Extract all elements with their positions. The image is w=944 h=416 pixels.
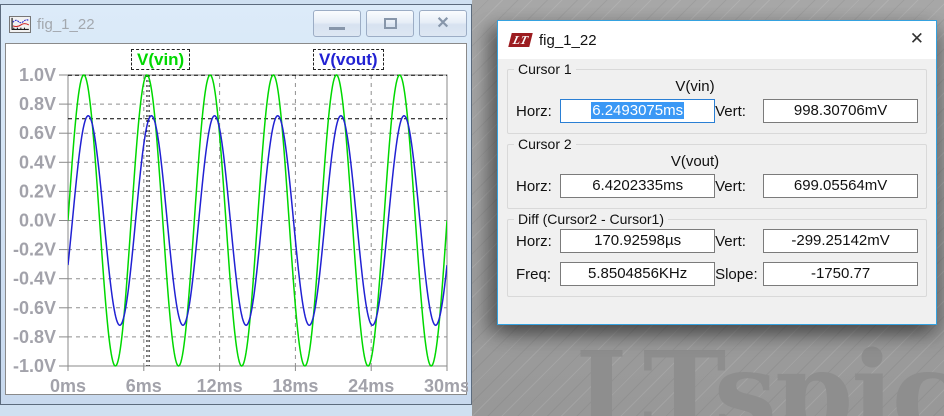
minimize-icon <box>329 26 345 30</box>
svg-text:0.6V: 0.6V <box>19 123 56 143</box>
svg-text:6ms: 6ms <box>126 376 162 394</box>
diff-row-1: Horz: 170.92598µs Vert: -299.25142mV <box>516 228 918 254</box>
svg-text:30ms: 30ms <box>424 376 468 394</box>
cursor2-trace-name: V(vout) <box>670 153 720 170</box>
svg-text:0.0V: 0.0V <box>19 211 56 231</box>
cursor1-vert-field[interactable]: 998.30706mV <box>763 99 918 123</box>
diff-row-2: Freq: 5.8504856KHz Slope: -1750.77 <box>516 261 918 287</box>
diff-vert-label: Vert: <box>715 232 746 250</box>
minimize-button[interactable] <box>313 10 361 37</box>
svg-text:24ms: 24ms <box>348 376 394 394</box>
window-controls: ✕ <box>313 10 467 37</box>
diff-freq-label: Freq: <box>516 265 552 283</box>
cursor1-vert-label: Vert: <box>715 102 746 120</box>
diff-group: Diff (Cursor2 - Cursor1) Horz: 170.92598… <box>507 211 927 297</box>
waveform-window-titlebar[interactable]: fig_1_22 ✕ <box>1 5 471 43</box>
axis-tick-labels: 1.0V 0.8V 0.6V 0.4V 0.2V 0.0V -0.2V -0.4V -0.6V -… <box>13 65 468 394</box>
cursor1-row: Horz: 6.2493075ms Vert: 998.30706mV <box>516 98 918 124</box>
close-button[interactable]: ✕ <box>419 10 467 37</box>
plot-area[interactable]: 1.0V 0.8V 0.6V 0.4V 0.2V 0.0V -0.2V -0.4V -0.6V -… <box>5 43 468 395</box>
waveform-window-title: fig_1_22 <box>37 15 95 33</box>
diff-horz-label: Horz: <box>516 232 552 250</box>
cursor-dialog-title: fig_1_22 <box>539 31 597 49</box>
svg-text:0.4V: 0.4V <box>19 152 56 172</box>
svg-text:12ms: 12ms <box>197 376 243 394</box>
diff-slope-label: Slope: <box>715 265 758 283</box>
dialog-close-icon[interactable]: ✕ <box>910 30 924 47</box>
diff-group-label: Diff (Cursor2 - Cursor1) <box>514 211 668 227</box>
cursor1-trace-name: V(vin) <box>675 78 715 95</box>
svg-text:-0.4V: -0.4V <box>13 269 56 289</box>
cursor2-vert-field[interactable]: 699.05564mV <box>763 174 918 198</box>
diff-freq-field[interactable]: 5.8504856KHz <box>560 262 716 286</box>
svg-text:18ms: 18ms <box>272 376 318 394</box>
cursor1-group: Cursor 1 V(vin) Horz: 6.2493075ms Vert: … <box>507 61 927 134</box>
svg-text:-0.6V: -0.6V <box>13 298 56 318</box>
svg-text:0.8V: 0.8V <box>19 94 56 114</box>
cursor1-horz-label: Horz: <box>516 102 552 120</box>
maximize-icon <box>383 18 397 29</box>
svg-text:1.0V: 1.0V <box>19 65 56 85</box>
cursor2-row: Horz: 6.4202335ms Vert: 699.05564mV <box>516 173 918 199</box>
close-icon: ✕ <box>436 14 450 32</box>
cursor-dialog-titlebar[interactable]: LT fig_1_22 ✕ <box>498 21 936 59</box>
cursor2-horz-field[interactable]: 6.4202335ms <box>560 174 716 198</box>
waveform-window: fig_1_22 ✕ 1.0V 0.8V 0.6V 0.4V 0.2V 0.0V -0.2V… <box>0 4 472 405</box>
diff-horz-field[interactable]: 170.92598µs <box>560 229 716 253</box>
cursor-dialog: LT fig_1_22 ✕ Cursor 1 V(vin) Horz: 6.24… <box>497 20 937 325</box>
legend-item-vout[interactable]: V(vout) <box>313 49 384 70</box>
waveform-window-icon <box>9 15 31 33</box>
svg-text:0.2V: 0.2V <box>19 181 56 201</box>
legend-item-vin[interactable]: V(vin) <box>131 49 191 70</box>
plot-frame <box>59 74 448 371</box>
cursor1-horz-field[interactable]: 6.2493075ms <box>560 99 716 123</box>
ltspice-workspace: LTspic fig_1_22 ✕ 1.0V 0.8V 0.6V 0.4V 0.2V 0.… <box>0 0 944 416</box>
diff-vert-field[interactable]: -299.25142mV <box>763 229 918 253</box>
svg-text:0ms: 0ms <box>50 376 86 394</box>
cursor2-horz-label: Horz: <box>516 177 552 195</box>
waveform-chart: 1.0V 0.8V 0.6V 0.4V 0.2V 0.0V -0.2V -0.4V -0.6V -… <box>13 65 468 394</box>
ltspice-logo-icon: LT <box>508 33 533 47</box>
diff-slope-field[interactable]: -1750.77 <box>763 262 918 286</box>
cursor2-group: Cursor 2 V(vout) Horz: 6.4202335ms Vert:… <box>507 136 927 209</box>
cursor1-horz-value: 6.2493075ms <box>591 102 685 119</box>
cursor1-group-label: Cursor 1 <box>514 61 576 77</box>
maximize-button[interactable] <box>366 10 414 37</box>
cursor-dialog-body: Cursor 1 V(vin) Horz: 6.2493075ms Vert: … <box>498 59 936 297</box>
cursor2-group-label: Cursor 2 <box>514 136 576 152</box>
svg-text:-0.8V: -0.8V <box>13 327 56 347</box>
cursor2-vert-label: Vert: <box>715 177 746 195</box>
svg-text:-0.2V: -0.2V <box>13 240 56 260</box>
svg-text:-1.0V: -1.0V <box>13 356 56 376</box>
ltspice-watermark: LTspic <box>575 328 944 416</box>
